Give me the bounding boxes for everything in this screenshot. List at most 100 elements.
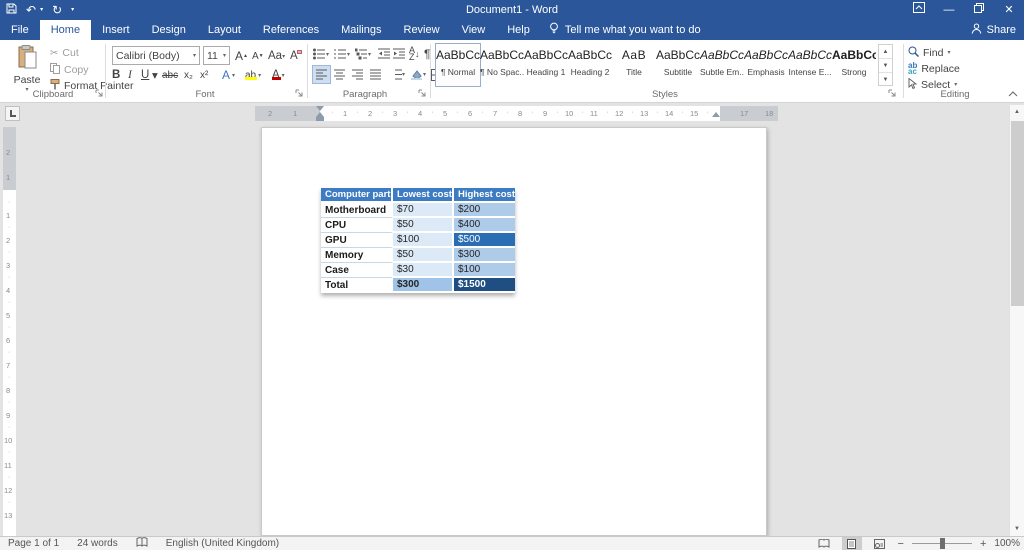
- scroll-up-icon[interactable]: ▲: [1010, 105, 1024, 119]
- close-button[interactable]: ✕: [994, 0, 1024, 20]
- proofing-icon[interactable]: [136, 536, 148, 550]
- web-layout-button[interactable]: [870, 537, 890, 550]
- styles-scroll-up-icon[interactable]: ▲: [879, 45, 892, 59]
- zoom-slider[interactable]: [911, 538, 972, 549]
- tab-file[interactable]: File: [0, 20, 40, 40]
- bold-button[interactable]: B: [112, 66, 120, 84]
- tab-help[interactable]: Help: [496, 20, 541, 40]
- left-indent-marker[interactable]: [316, 117, 324, 121]
- table-cell[interactable]: $50: [393, 248, 454, 263]
- table-header-cell[interactable]: Lowest cost: [393, 188, 454, 203]
- vertical-ruler[interactable]: 2 1 1 2 3 4 5 6 7 8 9 10 11 12 13 · · · · · · · · · · · · ·: [3, 127, 16, 536]
- subscript-button[interactable]: x₂: [184, 66, 193, 84]
- strikethrough-button[interactable]: abc: [162, 66, 178, 84]
- scroll-down-icon[interactable]: ▼: [1010, 522, 1024, 536]
- styles-more-icon[interactable]: ▼: [879, 73, 892, 87]
- horizontal-ruler[interactable]: 2 1 1 2 3 4 5 6 7 8 9 10 11 12 13 14 15 · · · · · · · · · · · · · · · · 1…: [255, 106, 778, 121]
- align-right-button[interactable]: [349, 66, 366, 83]
- table-cell[interactable]: $100: [454, 263, 515, 278]
- table-cell[interactable]: Total: [321, 278, 393, 293]
- ribbon-display-options-icon[interactable]: [904, 0, 934, 20]
- grow-font-button[interactable]: A ▲: [235, 47, 248, 65]
- tab-mailings[interactable]: Mailings: [330, 20, 392, 40]
- collapse-ribbon-icon[interactable]: [1008, 90, 1018, 99]
- document-table[interactable]: Computer part Lowest cost Highest cost Moth…: [321, 188, 515, 293]
- tab-insert[interactable]: Insert: [91, 20, 141, 40]
- table-header-cell[interactable]: Computer part: [321, 188, 393, 203]
- line-spacing-button[interactable]: ▾: [389, 66, 405, 83]
- font-name-combobox[interactable]: Calibri (Body) ▾: [112, 46, 200, 65]
- table-cell[interactable]: $1500: [454, 278, 515, 293]
- table-cell[interactable]: $300: [454, 248, 515, 263]
- font-color-button[interactable]: A ▾: [272, 66, 285, 84]
- right-indent-marker[interactable]: [712, 112, 720, 117]
- tell-me-box[interactable]: Tell me what you want to do: [541, 20, 709, 40]
- replace-button[interactable]: ab ac Replace: [908, 61, 960, 76]
- style-title[interactable]: AaB Title: [612, 44, 656, 86]
- sort-button[interactable]: A Z ↓: [409, 46, 420, 62]
- style-subtitle[interactable]: AaBbCcD Subtitle: [656, 44, 700, 86]
- style--no-spac-[interactable]: AaBbCcDc ¶ No Spac...: [480, 44, 524, 86]
- scrollbar-thumb[interactable]: [1011, 121, 1024, 306]
- numbering-button[interactable]: ▾: [334, 46, 350, 62]
- table-cell[interactable]: $30: [393, 263, 454, 278]
- language-indicator[interactable]: English (United Kingdom): [166, 538, 279, 549]
- clear-formatting-button[interactable]: A: [290, 47, 302, 65]
- word-count[interactable]: 24 words: [77, 538, 118, 549]
- styles-dialog-launcher[interactable]: [888, 89, 898, 99]
- text-effects-button[interactable]: A ▾: [222, 66, 235, 84]
- italic-button[interactable]: I: [128, 66, 132, 84]
- table-cell[interactable]: Motherboard: [321, 203, 393, 218]
- copy-button[interactable]: Copy: [50, 63, 89, 77]
- read-mode-button[interactable]: [814, 537, 834, 550]
- print-layout-button[interactable]: [841, 537, 862, 550]
- style-intense-e-[interactable]: AaBbCcDc Intense E...: [788, 44, 832, 86]
- align-center-button[interactable]: [331, 66, 348, 83]
- paragraph-dialog-launcher[interactable]: [418, 89, 428, 99]
- tab-home[interactable]: Home: [39, 20, 92, 40]
- font-size-combobox[interactable]: 11 ▾: [203, 46, 230, 65]
- superscript-button[interactable]: x²: [200, 66, 208, 84]
- table-cell[interactable]: $50: [393, 218, 454, 233]
- document-page[interactable]: Computer part Lowest cost Highest cost Moth…: [261, 127, 767, 536]
- table-cell[interactable]: $200: [454, 203, 515, 218]
- font-dialog-launcher[interactable]: [295, 89, 305, 99]
- table-cell[interactable]: $500: [454, 233, 515, 248]
- highlight-color-button[interactable]: ab ▾: [245, 66, 261, 84]
- table-cell[interactable]: $100: [393, 233, 454, 248]
- tab-layout[interactable]: Layout: [197, 20, 252, 40]
- find-button[interactable]: Find ▾: [908, 45, 950, 60]
- clipboard-dialog-launcher[interactable]: [95, 89, 105, 99]
- table-cell[interactable]: CPU: [321, 218, 393, 233]
- style-emphasis[interactable]: AaBbCcDc Emphasis: [744, 44, 788, 86]
- zoom-out-button[interactable]: −: [898, 538, 904, 550]
- minimize-button[interactable]: —: [934, 0, 964, 20]
- table-cell[interactable]: $300: [393, 278, 454, 293]
- zoom-slider-thumb[interactable]: [939, 538, 945, 549]
- tab-review[interactable]: Review: [393, 20, 451, 40]
- zoom-in-button[interactable]: +: [980, 538, 986, 550]
- increase-indent-button[interactable]: [393, 46, 405, 62]
- styles-scroll-down-icon[interactable]: ▼: [879, 59, 892, 73]
- multilevel-list-button[interactable]: ▾: [355, 46, 371, 62]
- vertical-scrollbar[interactable]: ▲ ▼: [1009, 105, 1024, 536]
- page-count[interactable]: Page 1 of 1: [8, 538, 59, 549]
- bullets-button[interactable]: ▾: [313, 46, 329, 62]
- tab-selector-button[interactable]: [5, 106, 20, 121]
- style-heading-2[interactable]: AaBbCcC Heading 2: [568, 44, 612, 86]
- decrease-indent-button[interactable]: [378, 46, 390, 62]
- zoom-level[interactable]: 100%: [994, 538, 1020, 549]
- change-case-button[interactable]: Aa ▾: [268, 47, 285, 65]
- share-button[interactable]: Share: [971, 20, 1016, 40]
- underline-button[interactable]: U: [141, 66, 149, 84]
- table-cell[interactable]: $400: [454, 218, 515, 233]
- style-subtle-em-[interactable]: AaBbCcDc Subtle Em...: [700, 44, 744, 86]
- shading-button[interactable]: ▾: [410, 66, 426, 83]
- tab-design[interactable]: Design: [141, 20, 197, 40]
- style-strong[interactable]: AaBbCcDc Strong: [832, 44, 876, 86]
- first-line-indent-marker[interactable]: [316, 106, 324, 111]
- underline-dropdown-icon[interactable]: ▾: [152, 66, 158, 84]
- shrink-font-button[interactable]: A ▼: [252, 47, 264, 65]
- align-left-button[interactable]: [312, 65, 331, 84]
- table-cell[interactable]: $70: [393, 203, 454, 218]
